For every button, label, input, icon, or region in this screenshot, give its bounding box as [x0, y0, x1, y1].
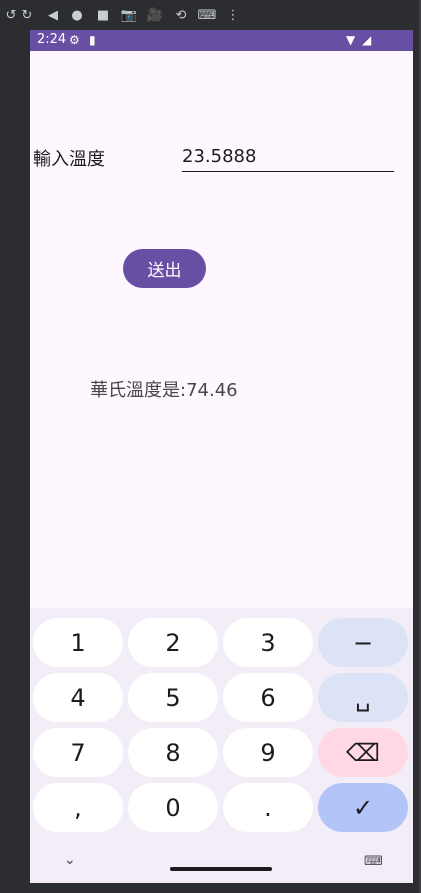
- keyboard-bottom-bar: ⌄ ⌨: [30, 848, 413, 883]
- chevron-down-icon[interactable]: ⌄: [64, 852, 76, 868]
- key-4[interactable]: 4: [33, 673, 123, 722]
- app-content: 輸入溫度 送出 華氏溫度是:74.46: [30, 51, 413, 608]
- status-bar: 2:24 ⚙ ▮ ▼ ◢: [30, 30, 413, 51]
- keyboard-icon[interactable]: ⌨: [198, 6, 217, 24]
- key-done[interactable]: ✓: [318, 783, 408, 832]
- sd-card-icon: ▮: [89, 33, 96, 47]
- keyboard-switch-icon[interactable]: ⌨: [364, 854, 383, 869]
- key-7[interactable]: 7: [33, 728, 123, 777]
- result-text: 華氏溫度是:74.46: [90, 380, 238, 401]
- numeric-keyboard: 1 2 3 − 4 5 6 ␣ 7 8 9 ⌫ , 0 . ✓ ⌄ ⌨: [30, 608, 413, 883]
- temperature-input[interactable]: [182, 141, 394, 172]
- signal-icon: ◢: [362, 33, 372, 47]
- key-9[interactable]: 9: [223, 728, 313, 777]
- status-time: 2:24: [37, 32, 67, 47]
- key-3[interactable]: 3: [223, 618, 313, 667]
- key-comma[interactable]: ,: [33, 783, 123, 832]
- phone-screen: 2:24 ⚙ ▮ ▼ ◢ 輸入溫度 送出 華氏溫度是:74.46 1 2 3 −…: [30, 30, 413, 883]
- rotate-right-icon[interactable]: ↻: [18, 6, 36, 24]
- emulator-toolbar: ↺ ↻ ◀ ● ■ 📷 🎥 ⟲ ⌨ ⋮: [0, 0, 421, 30]
- more-icon[interactable]: ⋮: [224, 6, 242, 24]
- back-icon[interactable]: ◀: [44, 6, 62, 24]
- gesture-nav-bar[interactable]: [170, 867, 272, 871]
- key-minus[interactable]: −: [318, 618, 408, 667]
- input-label: 輸入溫度: [33, 149, 105, 170]
- key-6[interactable]: 6: [223, 673, 313, 722]
- key-backspace[interactable]: ⌫: [318, 728, 408, 777]
- settings-icon: ⚙: [69, 33, 80, 47]
- record-icon[interactable]: 🎥: [146, 6, 164, 24]
- snapshot-icon[interactable]: ⟲: [172, 6, 190, 24]
- key-2[interactable]: 2: [128, 618, 218, 667]
- camera-icon[interactable]: 📷: [120, 6, 138, 24]
- submit-button-label: 送出: [147, 261, 182, 281]
- overview-icon[interactable]: ■: [94, 6, 112, 24]
- key-1[interactable]: 1: [33, 618, 123, 667]
- submit-button[interactable]: 送出: [123, 249, 206, 288]
- key-space[interactable]: ␣: [318, 673, 408, 722]
- wifi-icon: ▼: [346, 33, 356, 47]
- key-8[interactable]: 8: [128, 728, 218, 777]
- key-period[interactable]: .: [223, 783, 313, 832]
- key-0[interactable]: 0: [128, 783, 218, 832]
- key-5[interactable]: 5: [128, 673, 218, 722]
- home-icon[interactable]: ●: [68, 6, 86, 24]
